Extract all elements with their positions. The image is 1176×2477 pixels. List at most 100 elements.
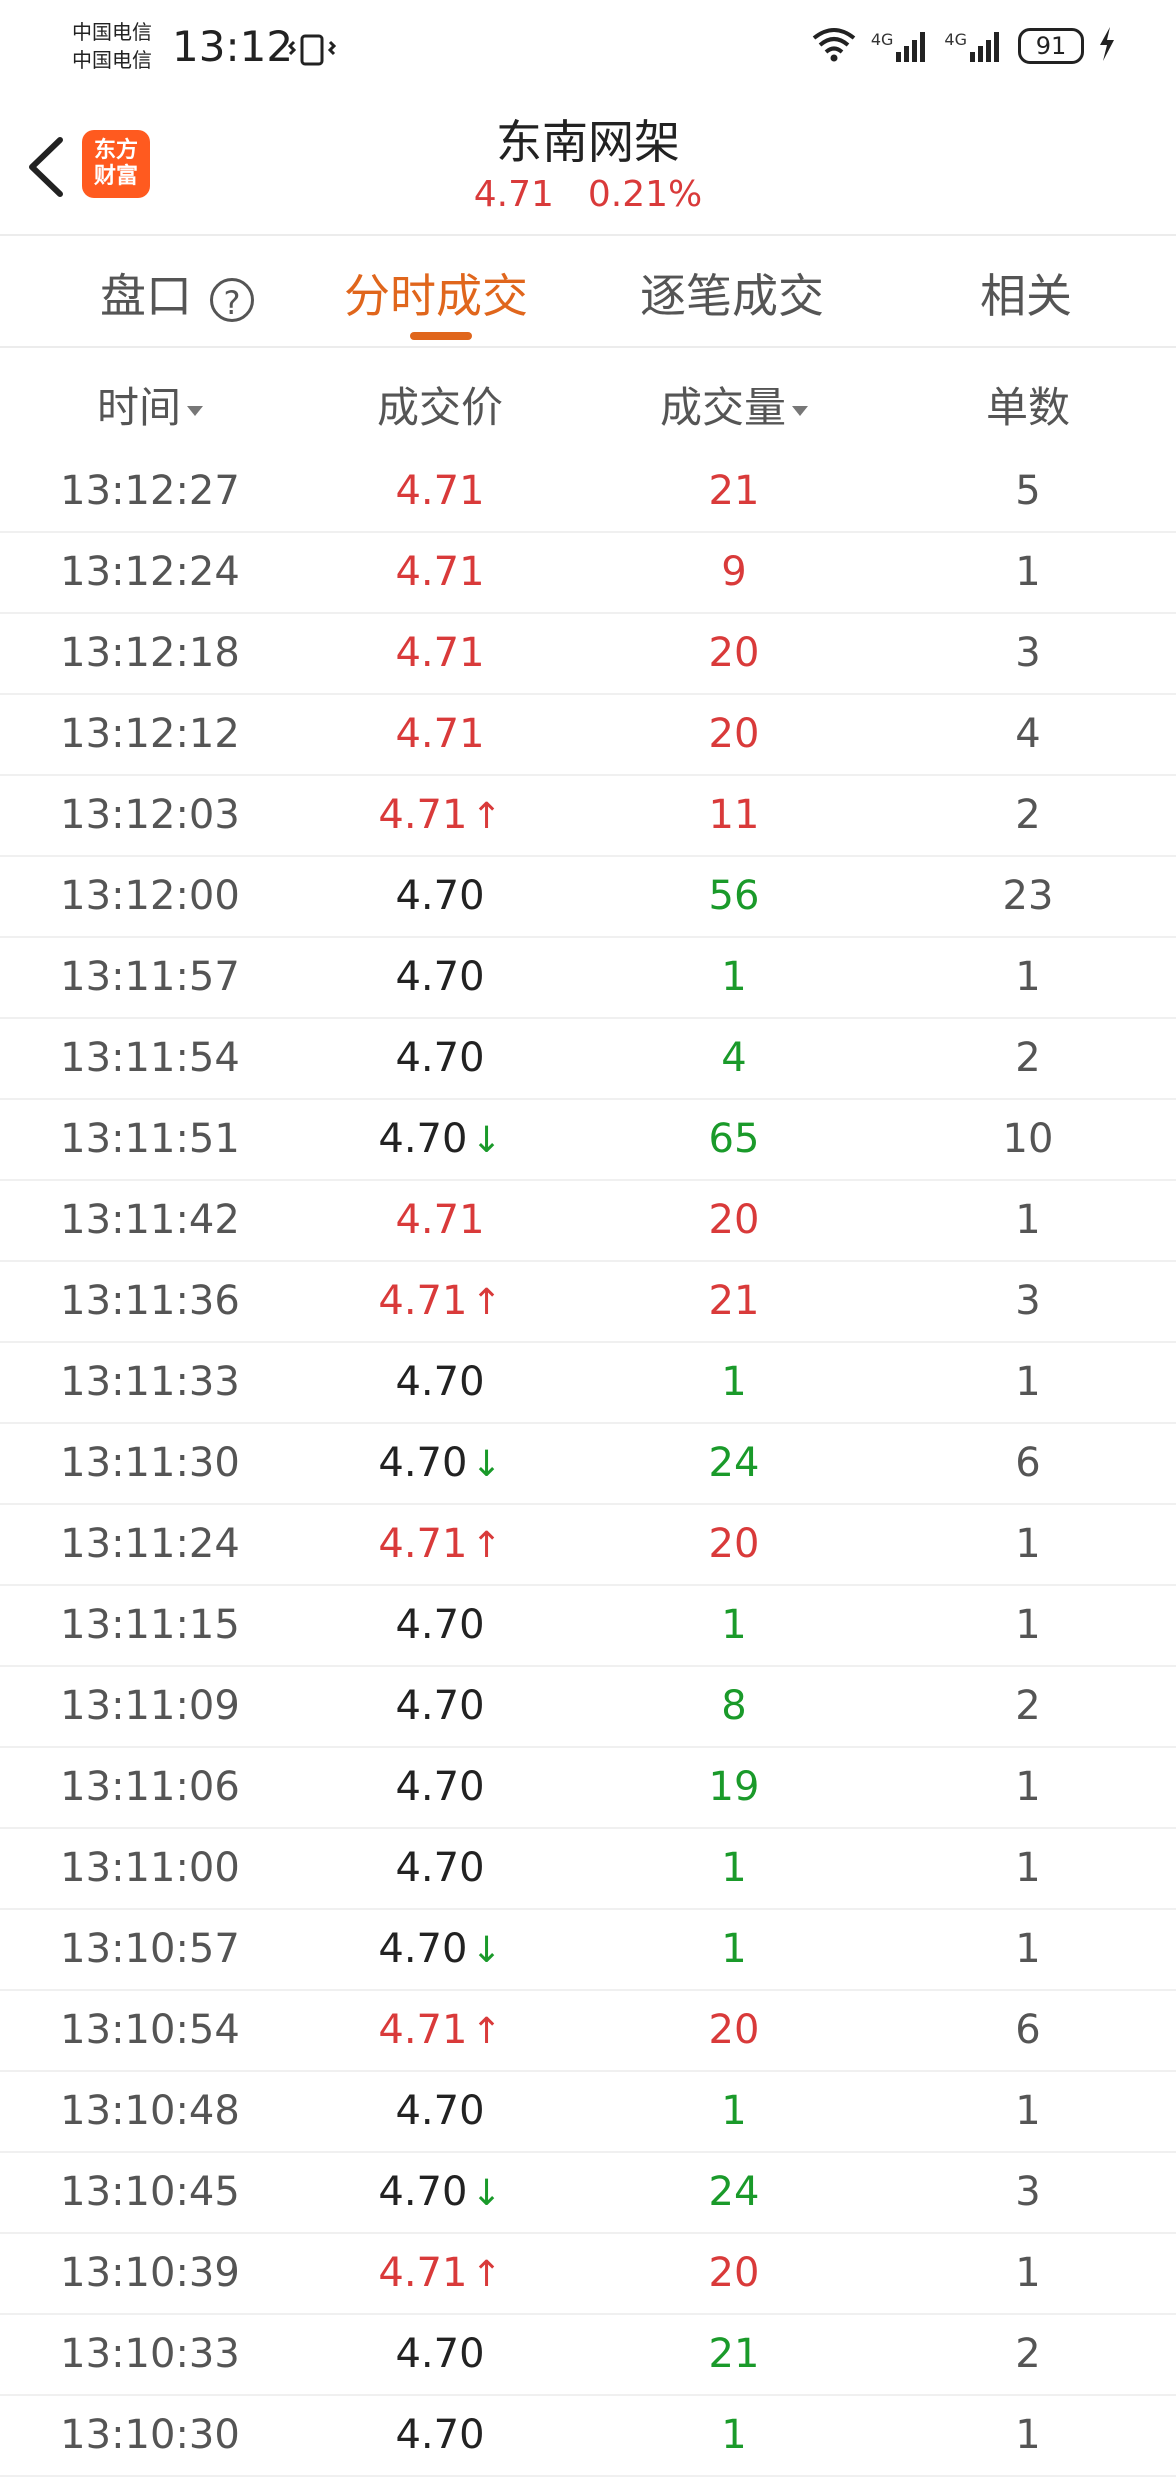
tab-fenshi[interactable]: 分时成交 [344,260,528,326]
trade-time: 13:12:18 [60,630,240,676]
trade-volume: 20 [708,711,760,757]
trade-time: 13:10:30 [60,2412,240,2458]
trade-volume: 21 [708,2331,760,2377]
trade-row: 13:12:27 4.71 21 5 [0,452,1176,533]
trade-price-cell: 4.70 [290,2412,590,2458]
trade-price: 4.70 [378,2169,468,2215]
trade-price: 4.70 [395,1845,485,1891]
trade-price: 4.70 [395,1602,485,1648]
trade-price: 4.71 [378,2007,468,2053]
tab-pankou-label: 盘口 [100,269,192,323]
stock-change-pct: 0.21% [587,174,703,215]
trade-count: 1 [1015,1764,1041,1810]
arrow-up-icon: ↑ [471,2011,502,2052]
trade-count: 6 [1015,1440,1041,1486]
trade-row: 13:10:33 4.70 21 2 [0,2315,1176,2396]
trade-price-cell: 4.70 ↓ [290,2169,590,2215]
trade-time: 13:12:27 [60,468,240,514]
trade-time: 13:11:54 [60,1035,240,1081]
column-time[interactable]: 时间 [0,374,300,435]
tab-pankou[interactable]: 盘口? [100,260,254,326]
trade-price: 4.70 [395,873,485,919]
trade-row: 13:11:57 4.70 1 1 [0,938,1176,1019]
trade-price: 4.70 [395,1359,485,1405]
trade-volume: 1 [721,1602,747,1648]
trade-row: 13:10:48 4.70 1 1 [0,2072,1176,2153]
trade-price-cell: 4.70 ↓ [290,1440,590,1486]
trade-volume: 11 [708,792,760,838]
trade-price-cell: 4.71 [290,711,590,757]
trade-price: 4.70 [395,2331,485,2377]
trade-volume: 20 [708,2250,760,2296]
column-volume[interactable]: 成交量 [584,374,884,435]
trade-row: 13:11:51 4.70 ↓ 65 10 [0,1100,1176,1181]
trade-volume: 19 [708,1764,760,1810]
carrier-2: 中国电信 [72,48,152,72]
arrow-up-icon: ↑ [471,796,502,837]
trade-volume: 8 [721,1683,747,1729]
column-volume-label: 成交量 [659,383,786,432]
trade-row: 13:11:24 4.71 ↑ 20 1 [0,1505,1176,1586]
trade-time: 13:12:24 [60,549,240,595]
trade-row: 13:10:54 4.71 ↑ 20 6 [0,1991,1176,2072]
trade-count: 3 [1015,1278,1041,1324]
trade-price: 4.70 [378,1926,468,1972]
trade-volume: 20 [708,2007,760,2053]
trade-count: 1 [1015,2412,1041,2458]
arrow-down-icon: ↓ [471,1120,502,1161]
trade-price-cell: 4.70 [290,1683,590,1729]
trade-count: 1 [1015,1197,1041,1243]
trade-price: 4.71 [395,549,485,595]
vibrate-icon [287,32,337,72]
trade-volume: 65 [708,1116,760,1162]
trade-row: 13:12:03 4.71 ↑ 11 2 [0,776,1176,857]
column-time-label: 时间 [96,383,181,432]
trade-row: 13:10:57 4.70 ↓ 1 1 [0,1910,1176,1991]
trade-time: 13:11:15 [60,1602,240,1648]
arrow-up-icon: ↑ [471,2254,502,2295]
stock-name: 东南网架 [496,115,680,169]
trade-price: 4.70 [395,1764,485,1810]
trade-price: 4.71 [378,1278,468,1324]
trade-price-cell: 4.71 [290,630,590,676]
trade-row: 13:10:30 4.70 1 1 [0,2396,1176,2477]
trade-price: 4.71 [395,468,485,514]
stock-price: 4.71 [473,174,554,215]
trade-price: 4.70 [395,954,485,1000]
trade-price: 4.71 [395,630,485,676]
trade-row: 13:11:09 4.70 8 2 [0,1667,1176,1748]
trade-row: 13:12:24 4.71 9 1 [0,533,1176,614]
trade-price: 4.70 [378,1116,468,1162]
tab-zhubi[interactable]: 逐笔成交 [640,260,824,326]
trade-volume: 1 [721,1845,747,1891]
trade-volume: 24 [708,2169,760,2215]
trade-price: 4.71 [378,2250,468,2296]
tab-related[interactable]: 相关 [980,260,1072,326]
trade-count: 2 [1015,1035,1041,1081]
trade-count: 1 [1015,549,1041,595]
trade-volume: 21 [708,1278,760,1324]
trade-time: 13:10:45 [60,2169,240,2215]
trade-time: 13:11:51 [60,1116,240,1162]
trade-count: 1 [1015,1602,1041,1648]
trade-price-cell: 4.70 [290,873,590,919]
arrow-down-icon: ↓ [471,1444,502,1485]
help-icon[interactable]: ? [210,277,254,322]
trade-price-cell: 4.71 ↑ [290,792,590,838]
carrier-1: 中国电信 [72,20,152,44]
trade-count: 3 [1015,2169,1041,2215]
trade-volume: 1 [721,2088,747,2134]
arrow-up-icon: ↑ [471,1282,502,1323]
trade-count: 10 [1002,1116,1054,1162]
carrier-info: 中国电信 中国电信 [72,18,152,74]
trade-time: 13:10:54 [60,2007,240,2053]
trade-count: 5 [1015,468,1041,514]
trade-volume: 20 [708,1521,760,1567]
trade-price-cell: 4.70 [290,2088,590,2134]
column-count-label: 单数 [985,383,1070,432]
active-tab-indicator [410,332,472,340]
trade-row: 13:10:39 4.71 ↑ 20 1 [0,2234,1176,2315]
trade-time: 13:11:09 [60,1683,240,1729]
trade-volume: 1 [721,1359,747,1405]
trade-price-cell: 4.70 ↓ [290,1116,590,1162]
